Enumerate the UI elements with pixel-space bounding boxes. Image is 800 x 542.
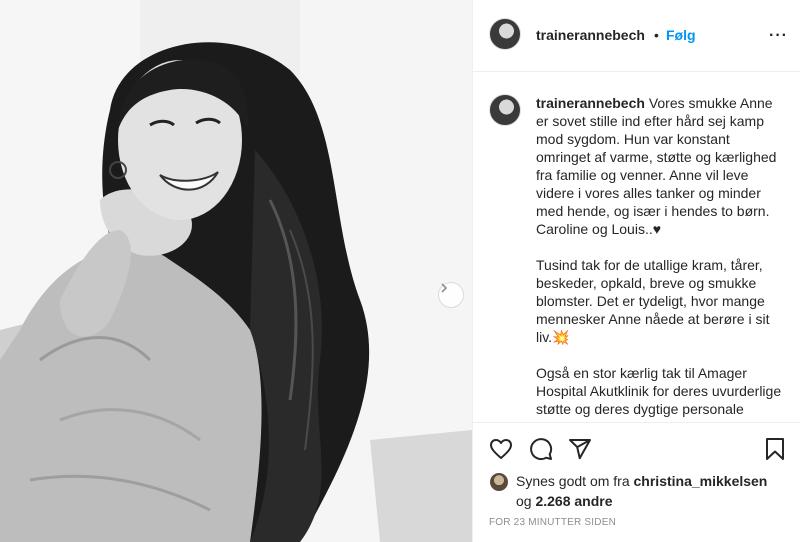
post-photo[interactable]	[0, 0, 472, 542]
post-timestamp[interactable]: FOR 23 MINUTTER SIDEN	[489, 517, 616, 528]
comment-icon	[530, 438, 553, 461]
follow-button[interactable]: Følg	[666, 27, 696, 43]
post-header: trainerannebech • Følg ···	[473, 0, 800, 72]
separator-dot: •	[654, 27, 659, 43]
bookmark-icon	[766, 438, 784, 460]
header-username[interactable]: trainerannebech	[536, 27, 645, 43]
avatar[interactable]	[489, 18, 521, 50]
share-icon	[569, 439, 591, 460]
caption-text: trainerannebech Vores smukke Anne er sov…	[536, 94, 786, 422]
caption-avatar[interactable]	[489, 94, 521, 126]
chevron-right-icon	[441, 283, 448, 293]
caption-paragraph-2: Tusind tak for de utallige kram, tårer, …	[536, 257, 770, 345]
comment-button[interactable]	[529, 437, 553, 466]
likes-connector: og	[516, 493, 532, 509]
caption-paragraph-1: Vores smukke Anne er sovet stille ind ef…	[536, 95, 777, 237]
carousel-next-button[interactable]	[438, 282, 464, 308]
more-options-icon[interactable]: ···	[769, 27, 788, 45]
caption-area[interactable]: trainerannebech Vores smukke Anne er sov…	[473, 72, 800, 422]
portrait-image	[0, 0, 472, 542]
caption-paragraph-3: Også en stor kærlig tak til Amager Hospi…	[536, 365, 782, 422]
share-button[interactable]	[568, 437, 592, 466]
likes-count[interactable]: 2.268 andre	[535, 493, 612, 509]
liker-username[interactable]: christina_mikkelsen	[634, 473, 768, 489]
liker-avatar[interactable]	[490, 473, 508, 491]
save-button[interactable]	[763, 437, 787, 466]
post-actions: Synes godt om fra christina_mikkelsen og…	[473, 422, 800, 542]
like-button[interactable]	[489, 437, 513, 466]
caption-username[interactable]: trainerannebech	[536, 95, 645, 111]
likes-summary: Synes godt om fra christina_mikkelsen og…	[516, 471, 786, 511]
heart-icon	[490, 439, 512, 459]
post-side-panel: trainerannebech • Følg ··· trainerannebe…	[473, 0, 800, 542]
likes-prefix: Synes godt om fra	[516, 473, 630, 489]
